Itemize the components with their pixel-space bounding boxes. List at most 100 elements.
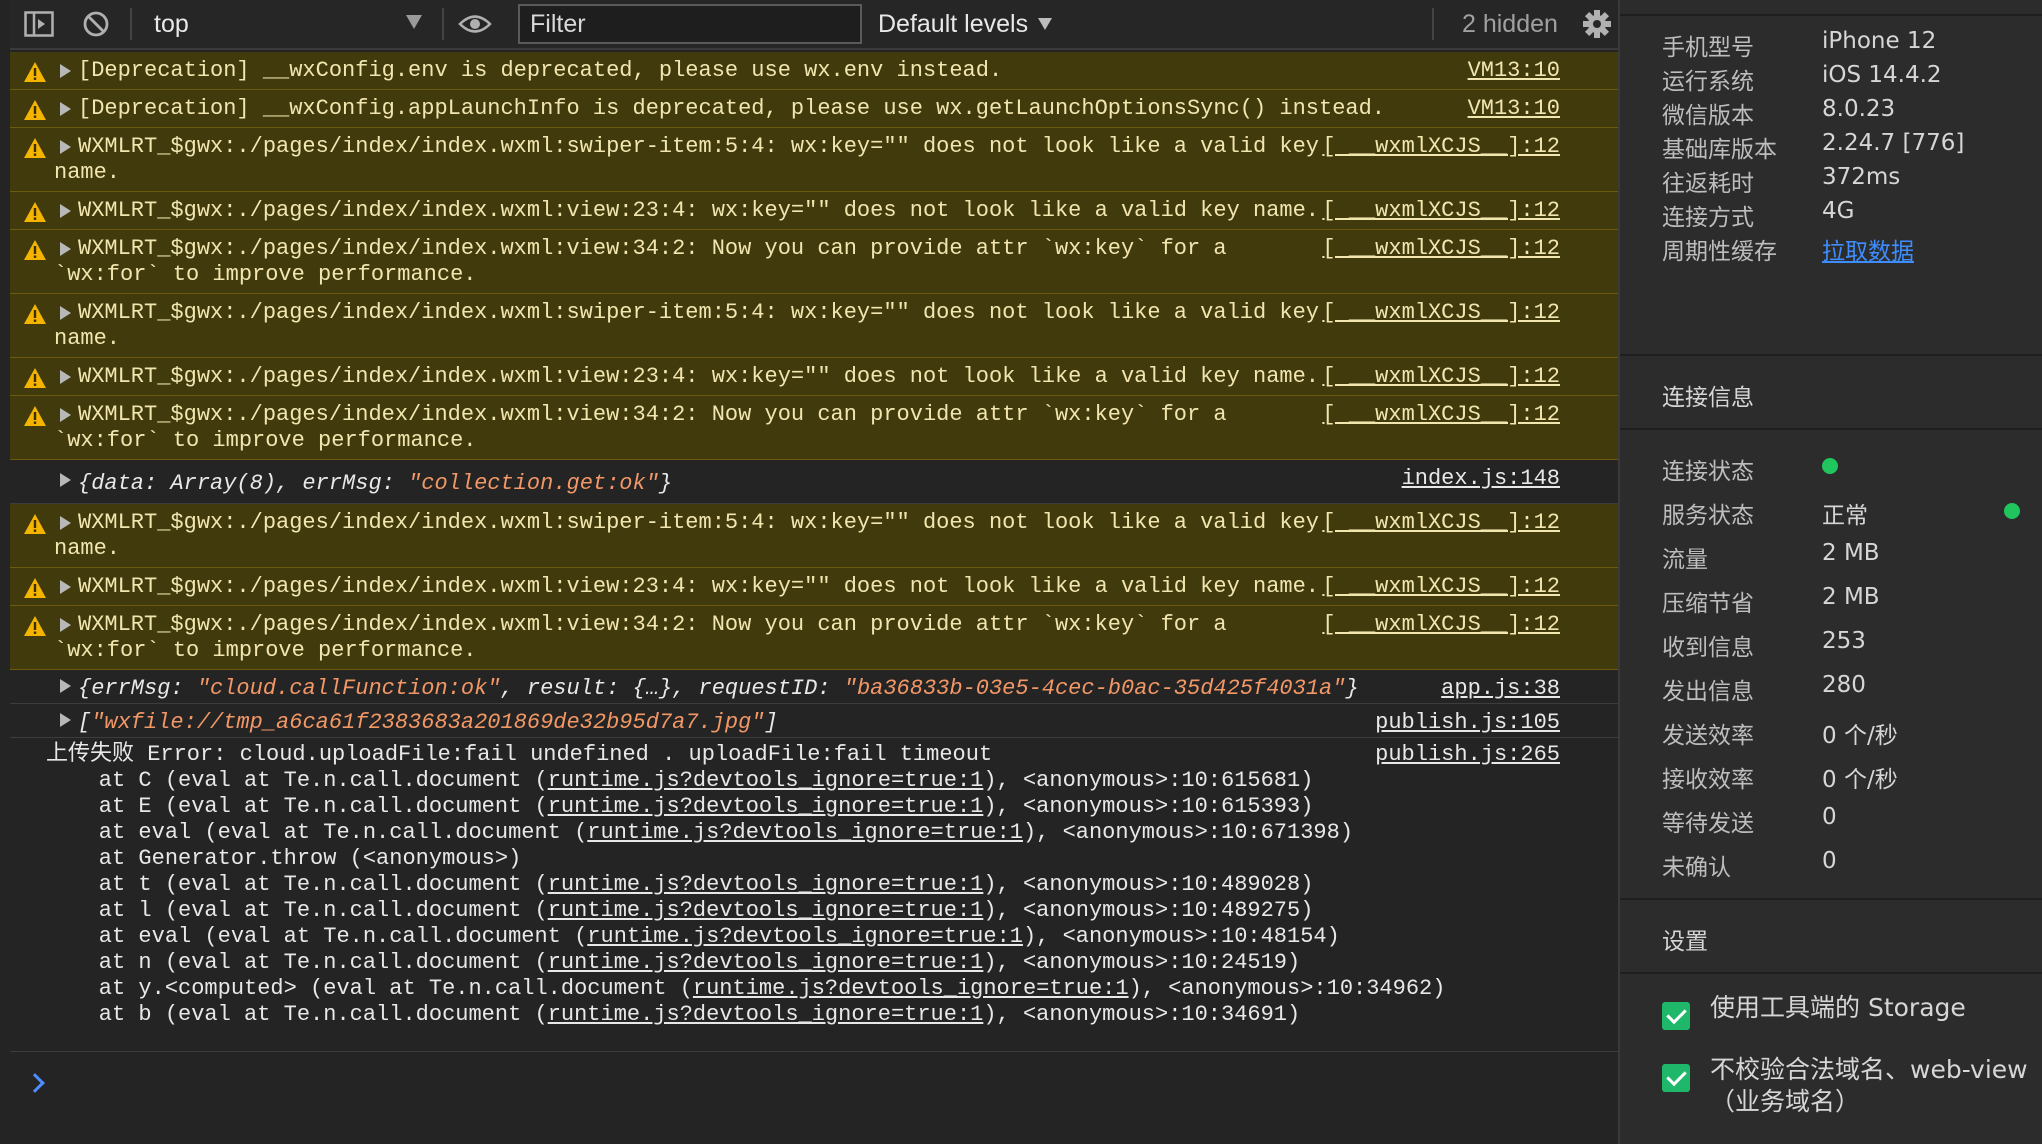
- console-settings-button[interactable]: [1582, 0, 1612, 48]
- stack-source-link[interactable]: runtime.js?devtools_ignore=true:1: [548, 898, 984, 923]
- stack-source-link[interactable]: runtime.js?devtools_ignore=true:1: [587, 820, 1023, 845]
- stack-source-link[interactable]: runtime.js?devtools_ignore=true:1: [693, 976, 1129, 1001]
- source-link[interactable]: [ __wxmlXCJS__]:12: [1322, 134, 1560, 160]
- warning-message[interactable]: WXMLRT_$gwx:./pages/index/index.wxml:swi…: [10, 128, 1618, 192]
- stack-source-link[interactable]: runtime.js?devtools_ignore=true:1: [548, 794, 984, 819]
- info-value: 2.24.7 [776]: [1822, 130, 1965, 156]
- source-link[interactable]: publish.js:105: [1375, 710, 1560, 736]
- console-prompt-input[interactable]: [10, 1062, 1618, 1144]
- filter-input[interactable]: [518, 4, 862, 44]
- source-link[interactable]: app.js:38: [1441, 676, 1560, 702]
- warning-message[interactable]: [Deprecation] __wxConfig.appLaunchInfo i…: [10, 90, 1618, 128]
- panel-divider: [1620, 428, 2042, 430]
- info-value: 280: [1822, 672, 1866, 698]
- info-label: 发出信息: [1662, 679, 1754, 705]
- warning-message[interactable]: WXMLRT_$gwx:./pages/index/index.wxml:vie…: [10, 358, 1618, 396]
- toolbar-divider: [442, 8, 444, 40]
- warning-message[interactable]: [Deprecation] __wxConfig.env is deprecat…: [10, 52, 1618, 90]
- stack-frame-text: at eval (eval at Te.n.call.document (: [46, 820, 588, 845]
- object-preview: {data: Array(8), errMsg:: [78, 471, 409, 496]
- warning-message[interactable]: WXMLRT_$gwx:./pages/index/index.wxml:swi…: [10, 504, 1618, 568]
- source-link[interactable]: [ __wxmlXCJS__]:12: [1322, 236, 1560, 262]
- info-value: iPhone 12: [1822, 28, 1937, 54]
- stack-source-link[interactable]: runtime.js?devtools_ignore=true:1: [548, 950, 984, 975]
- message-text: {data: Array(8), errMsg: "collection.get…: [58, 471, 1560, 497]
- message-line: [Deprecation] __wxConfig.appLaunchInfo i…: [78, 96, 1386, 121]
- settings-section-title: 设置: [1662, 929, 1708, 955]
- stack-frame-text: at t (eval at Te.n.call.document (: [46, 872, 548, 897]
- source-link[interactable]: [ __wxmlXCJS__]:12: [1322, 574, 1560, 600]
- warning-icon: [24, 100, 46, 120]
- source-link[interactable]: index.js:148: [1402, 466, 1560, 492]
- stack-source-link[interactable]: runtime.js?devtools_ignore=true:1: [548, 872, 984, 897]
- settings-checkbox[interactable]: [1662, 1064, 1690, 1092]
- stack-frame-text: ), <anonymous>:10:34691): [983, 1002, 1301, 1027]
- message-line: `wx:for` to improve performance.: [54, 638, 477, 663]
- stack-source-link[interactable]: runtime.js?devtools_ignore=true:1: [587, 924, 1023, 949]
- message-line: name.: [54, 326, 121, 351]
- log-message[interactable]: {errMsg: "cloud.callFunction:ok", result…: [10, 670, 1618, 704]
- info-value: 0 个/秒: [1822, 767, 1898, 793]
- warning-message[interactable]: WXMLRT_$gwx:./pages/index/index.wxml:vie…: [10, 192, 1618, 230]
- dropdown-arrow-icon: [1038, 18, 1053, 30]
- source-link[interactable]: [ __wxmlXCJS__]:12: [1322, 510, 1560, 536]
- stack-frame-text: at E (eval at Te.n.call.document (: [46, 794, 548, 819]
- stack-frame-text: at l (eval at Te.n.call.document (: [46, 898, 548, 923]
- source-link[interactable]: [ __wxmlXCJS__]:12: [1322, 364, 1560, 390]
- info-label: 等待发送: [1662, 811, 1754, 837]
- panel-divider: [1620, 898, 2042, 900]
- console-toolbar: top Default levels 2 hidden: [10, 0, 1618, 50]
- warning-message[interactable]: WXMLRT_$gwx:./pages/index/index.wxml:vie…: [10, 568, 1618, 606]
- source-link[interactable]: VM13:10: [1468, 96, 1560, 122]
- info-label: 手机型号: [1662, 35, 1754, 61]
- live-expression-button[interactable]: [458, 0, 492, 48]
- source-link[interactable]: [ __wxmlXCJS__]:12: [1322, 198, 1560, 224]
- warning-message[interactable]: WXMLRT_$gwx:./pages/index/index.wxml:vie…: [10, 396, 1618, 460]
- log-levels-dropdown[interactable]: Default levels: [878, 0, 1053, 48]
- stack-frame: at b (eval at Te.n.call.document (runtim…: [46, 1002, 1560, 1028]
- log-message[interactable]: {data: Array(8), errMsg: "collection.get…: [10, 460, 1618, 504]
- info-value: 0: [1822, 804, 1837, 830]
- toolbar-divider: [1432, 8, 1434, 40]
- info-value: 4G: [1822, 198, 1855, 224]
- message-line: `wx:for` to improve performance.: [54, 428, 477, 453]
- settings-option-label: 使用工具端的 Storage: [1710, 993, 1966, 1022]
- prompt-chevron-icon: [25, 1073, 45, 1093]
- source-link[interactable]: VM13:10: [1468, 58, 1560, 84]
- log-message[interactable]: ["wxfile://tmp_a6ca61f2383683a201869de32…: [10, 704, 1618, 738]
- settings-checkbox[interactable]: [1662, 1002, 1690, 1030]
- warning-message[interactable]: WXMLRT_$gwx:./pages/index/index.wxml:swi…: [10, 294, 1618, 358]
- warning-message[interactable]: WXMLRT_$gwx:./pages/index/index.wxml:vie…: [10, 606, 1618, 670]
- error-message[interactable]: 上传失败 Error: cloud.uploadFile:fail undefi…: [10, 738, 1618, 1052]
- info-label: 未确认: [1662, 855, 1731, 881]
- dropdown-arrow-icon: [406, 15, 422, 29]
- hidden-messages-count: 2 hidden: [1462, 9, 1558, 38]
- warning-icon: [24, 62, 46, 82]
- message-text: 上传失败 Error: cloud.uploadFile:fail undefi…: [46, 742, 1560, 1028]
- warning-icon: [24, 240, 46, 260]
- stack-source-link[interactable]: runtime.js?devtools_ignore=true:1: [548, 768, 984, 793]
- stack-frame: at eval (eval at Te.n.call.document (run…: [46, 820, 1560, 846]
- info-value: 0: [1822, 848, 1837, 874]
- message-text: {errMsg: "cloud.callFunction:ok", result…: [58, 676, 1560, 702]
- console-log-list: [Deprecation] __wxConfig.env is deprecat…: [10, 52, 1618, 1062]
- stack-frame-text: ), <anonymous>:10:615393): [983, 794, 1314, 819]
- warning-icon: [24, 406, 46, 426]
- message-line: name.: [54, 536, 121, 561]
- warning-message[interactable]: WXMLRT_$gwx:./pages/index/index.wxml:vie…: [10, 230, 1618, 294]
- sidebar-toggle-button[interactable]: [24, 0, 54, 48]
- stack-frame-text: at b (eval at Te.n.call.document (: [46, 1002, 548, 1027]
- stack-frame-text: at Generator.throw (<anonymous>): [46, 846, 522, 871]
- context-selector[interactable]: top: [150, 0, 430, 48]
- info-value: 正常: [1822, 503, 1868, 529]
- source-link[interactable]: publish.js:265: [1375, 742, 1560, 768]
- source-link[interactable]: [ __wxmlXCJS__]:12: [1322, 300, 1560, 326]
- source-link[interactable]: [ __wxmlXCJS__]:12: [1322, 612, 1560, 638]
- stack-source-link[interactable]: runtime.js?devtools_ignore=true:1: [548, 1002, 984, 1027]
- message-text: [Deprecation] __wxConfig.appLaunchInfo i…: [58, 96, 1560, 122]
- info-label: 往返耗时: [1662, 171, 1754, 197]
- clear-console-button[interactable]: [82, 0, 110, 48]
- fetch-data-link[interactable]: 拉取数据: [1822, 232, 1914, 266]
- status-indicator-dot: [2004, 503, 2020, 519]
- source-link[interactable]: [ __wxmlXCJS__]:12: [1322, 402, 1560, 428]
